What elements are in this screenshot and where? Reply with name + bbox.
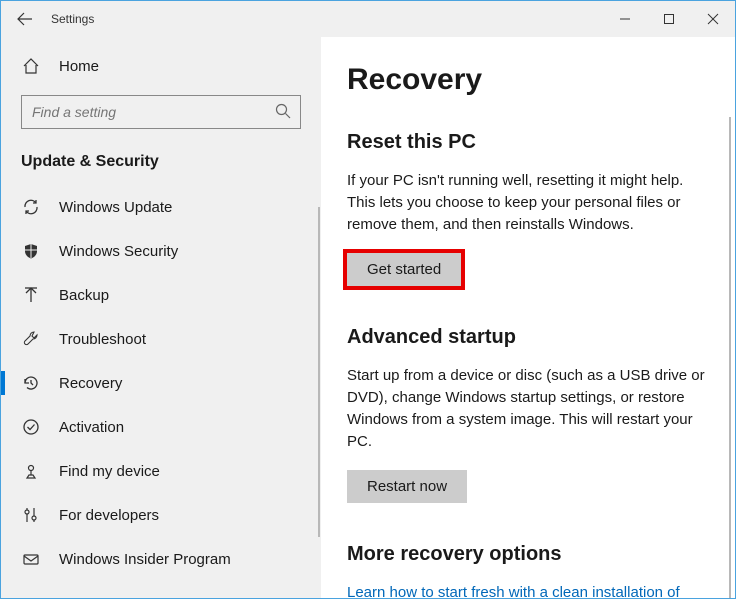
sidebar-item-label: Windows Security [59, 243, 178, 260]
sidebar-item-label: Backup [59, 287, 109, 304]
sidebar-item-label: Troubleshoot [59, 331, 146, 348]
search-wrap [1, 85, 321, 143]
sidebar-item-label: Recovery [59, 375, 122, 392]
sidebar-item-label: Windows Insider Program [59, 551, 231, 568]
window-buttons [603, 3, 735, 35]
content-panel: Recovery Reset this PC If your PC isn't … [321, 37, 735, 598]
get-started-button[interactable]: Get started [347, 253, 461, 286]
sidebar-item-windows-security[interactable]: Windows Security [1, 229, 321, 273]
section-heading: Advanced startup [347, 326, 711, 349]
section-more-recovery: More recovery options Learn how to start… [347, 543, 711, 598]
sidebar-item-label: Activation [59, 419, 124, 436]
sidebar-item-activation[interactable]: Activation [1, 405, 321, 449]
section-body: If your PC isn't running well, resetting… [347, 170, 711, 235]
sync-icon [21, 198, 41, 216]
titlebar: Settings [1, 1, 735, 37]
minimize-button[interactable] [603, 3, 647, 35]
section-body: Start up from a device or disc (such as … [347, 365, 711, 452]
sidebar-item-label: Find my device [59, 463, 160, 480]
sidebar-item-home[interactable]: Home [1, 47, 321, 85]
backup-icon [21, 286, 41, 304]
arrow-left-icon [17, 11, 33, 27]
sidebar: Home Update & Security Windows Update Wi… [1, 37, 321, 598]
close-icon [707, 13, 719, 25]
search-input[interactable] [21, 95, 301, 129]
section-heading: More recovery options [347, 543, 711, 566]
maximize-icon [663, 13, 675, 25]
minimize-icon [619, 13, 631, 25]
wrench-icon [21, 330, 41, 348]
sidebar-item-troubleshoot[interactable]: Troubleshoot [1, 317, 321, 361]
sidebar-item-backup[interactable]: Backup [1, 273, 321, 317]
sliders-icon [21, 506, 41, 524]
restart-now-button[interactable]: Restart now [347, 470, 467, 503]
page-title: Recovery [347, 63, 711, 97]
check-circle-icon [21, 418, 41, 436]
back-button[interactable] [9, 3, 41, 35]
sidebar-item-find-my-device[interactable]: Find my device [1, 449, 321, 493]
home-label: Home [59, 58, 99, 75]
sidebar-item-recovery[interactable]: Recovery [1, 361, 321, 405]
maximize-button[interactable] [647, 3, 691, 35]
window-title: Settings [51, 12, 94, 26]
sidebar-item-for-developers[interactable]: For developers [1, 493, 321, 537]
section-reset-this-pc: Reset this PC If your PC isn't running w… [347, 131, 711, 286]
sidebar-item-label: Windows Update [59, 199, 172, 216]
sidebar-item-windows-update[interactable]: Windows Update [1, 185, 321, 229]
search-icon [275, 103, 291, 119]
location-icon [21, 462, 41, 480]
history-icon [21, 374, 41, 392]
shield-icon [21, 242, 41, 260]
insider-icon [21, 550, 41, 568]
section-heading: Reset this PC [347, 131, 711, 154]
app-body: Home Update & Security Windows Update Wi… [1, 37, 735, 598]
sidebar-item-label: For developers [59, 507, 159, 524]
section-advanced-startup: Advanced startup Start up from a device … [347, 326, 711, 503]
sidebar-nav: Windows Update Windows Security Backup T… [1, 185, 321, 581]
close-button[interactable] [691, 3, 735, 35]
home-icon [21, 57, 41, 75]
fresh-start-link[interactable]: Learn how to start fresh with a clean in… [347, 582, 711, 598]
sidebar-section-header: Update & Security [1, 143, 321, 185]
sidebar-item-windows-insider[interactable]: Windows Insider Program [1, 537, 321, 581]
